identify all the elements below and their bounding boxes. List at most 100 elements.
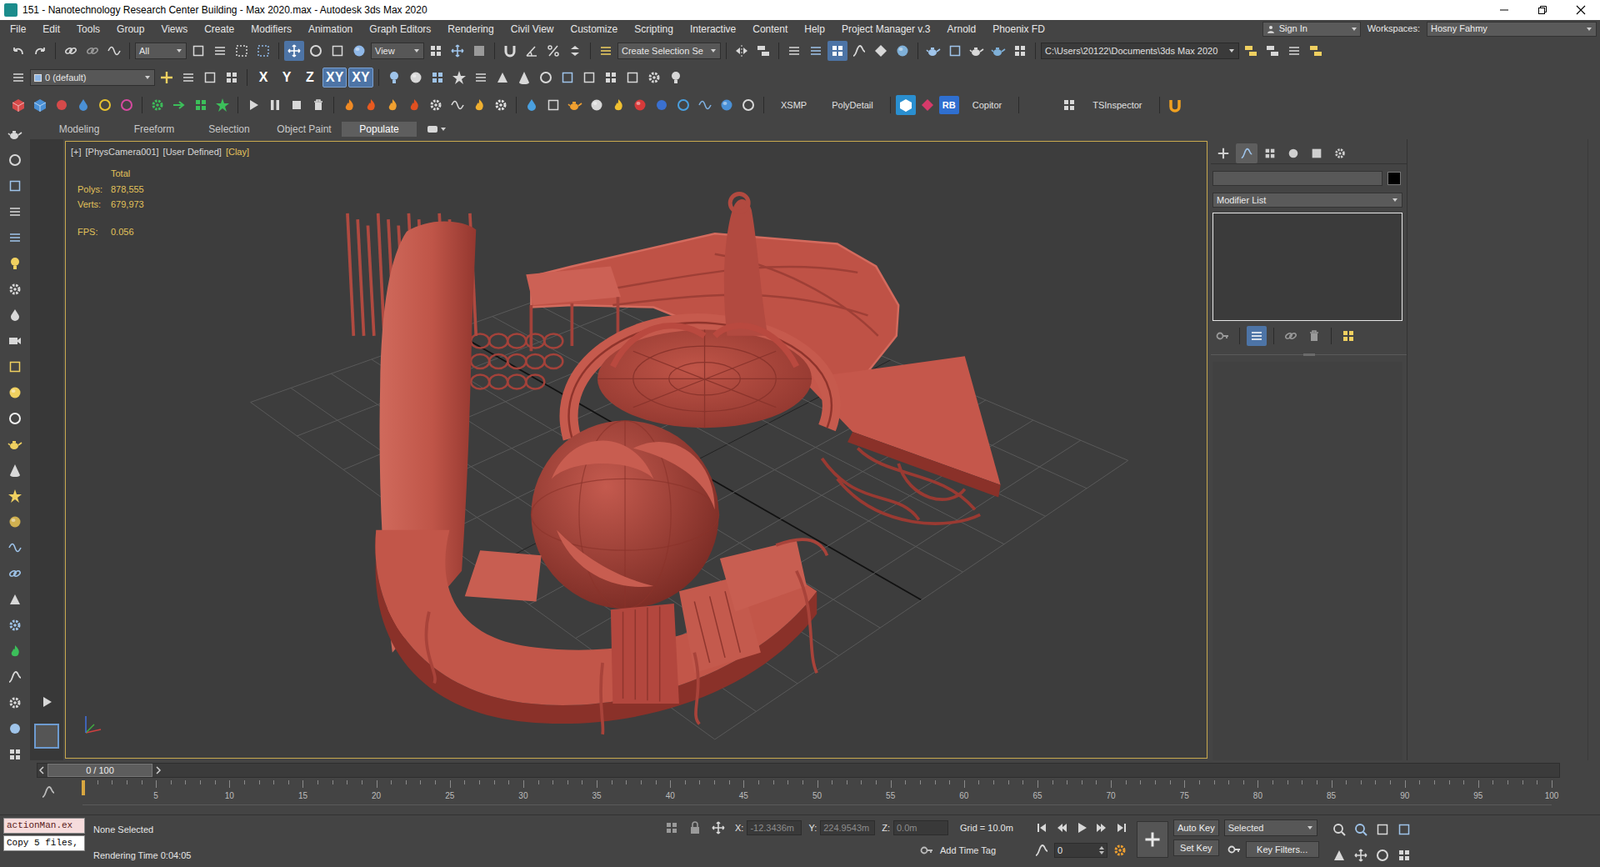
- viewport-label[interactable]: [Clay]: [225, 145, 250, 160]
- key-filters-button[interactable]: Key Filters...: [1245, 840, 1320, 858]
- select-and-link-icon[interactable]: [60, 40, 81, 61]
- help-icon[interactable]: [738, 95, 759, 115]
- ring-tool-icon[interactable]: [95, 95, 115, 115]
- set-keys-button[interactable]: [1136, 820, 1169, 858]
- unlink-selection-icon[interactable]: [82, 40, 103, 61]
- sphere-icon[interactable]: [5, 382, 25, 403]
- liquid-ocean-icon[interactable]: [716, 95, 737, 115]
- chevron-icon[interactable]: [1306, 824, 1314, 831]
- menu-item[interactable]: Arnold: [938, 21, 985, 37]
- hair-icon[interactable]: [5, 537, 25, 558]
- maxscript-listener[interactable]: actionMan.exCopy 5 files,: [0, 817, 87, 867]
- plugin-button[interactable]: XSMP: [769, 95, 819, 115]
- go-to-start-icon[interactable]: [1031, 817, 1052, 838]
- toggle-scene-explorer-icon[interactable]: [784, 40, 805, 61]
- menu-item[interactable]: Graph Editors: [360, 21, 440, 37]
- viewport-layout-icon[interactable]: [557, 67, 578, 88]
- use-pivot-point-center-icon[interactable]: [425, 40, 446, 61]
- project-folder-icon[interactable]: [1240, 40, 1261, 61]
- menu-item[interactable]: Group: [108, 21, 153, 37]
- viewport-label[interactable]: [User Defined]: [163, 145, 222, 160]
- show-end-result-icon[interactable]: [1246, 325, 1267, 346]
- link-icon[interactable]: [5, 563, 25, 584]
- torus-knot-icon[interactable]: [535, 67, 556, 88]
- torus-icon[interactable]: [5, 408, 25, 429]
- select-and-place-icon[interactable]: [349, 40, 370, 61]
- liquid-wave-icon[interactable]: [695, 95, 715, 115]
- spline-icon[interactable]: [5, 666, 25, 687]
- sign-in-button[interactable]: Sign In: [1262, 21, 1361, 37]
- workspace-dropdown[interactable]: Hosny Fahmy: [1426, 21, 1597, 37]
- make-unique-icon[interactable]: [1280, 325, 1301, 346]
- liquid-fire-icon[interactable]: [608, 95, 629, 115]
- selection-lock-icon[interactable]: [685, 817, 705, 838]
- angle-snap-toggle-icon[interactable]: [521, 40, 542, 61]
- menu-item[interactable]: Phoenix FD: [984, 21, 1054, 37]
- viewport-layout-thumbnail[interactable]: [34, 723, 60, 749]
- ribbon-options[interactable]: [426, 125, 447, 134]
- field-of-view-icon[interactable]: [1329, 845, 1350, 865]
- window-crossing-icon[interactable]: [253, 40, 274, 61]
- menu-item[interactable]: Rendering: [439, 21, 502, 37]
- sun-icon[interactable]: [5, 485, 25, 506]
- geosphere-icon[interactable]: [5, 511, 25, 532]
- select-objects-in-layer-icon[interactable]: [200, 67, 220, 88]
- liquid-teapot-icon[interactable]: [565, 95, 585, 115]
- panel-scrollbar[interactable]: [1587, 139, 1589, 760]
- zoom-extents-all-icon[interactable]: [1394, 819, 1415, 840]
- chevron-icon[interactable]: [1585, 25, 1593, 33]
- zoom-extents-icon[interactable]: [1372, 819, 1393, 840]
- select-and-rotate-icon[interactable]: [305, 40, 326, 61]
- axis-constraint-button[interactable]: XY: [348, 67, 373, 88]
- menu-item[interactable]: Animation: [300, 21, 361, 37]
- manage-layers-icon[interactable]: [8, 67, 29, 88]
- select-by-name-icon[interactable]: [210, 40, 230, 61]
- listener-line[interactable]: actionMan.ex: [3, 817, 85, 834]
- plugin-u-icon[interactable]: [1165, 95, 1185, 115]
- named-selection-dropdown[interactable]: Create Selection Se: [617, 42, 721, 60]
- viewport-label[interactable]: [+]: [70, 145, 82, 160]
- current-frame-field[interactable]: 0: [1054, 842, 1108, 858]
- rendered-frame-window-icon[interactable]: [945, 40, 965, 61]
- bind-to-space-warp-icon[interactable]: [104, 40, 125, 61]
- maximize-viewport-icon[interactable]: [1394, 845, 1415, 865]
- light-lister-icon[interactable]: [665, 67, 686, 88]
- cone-icon[interactable]: [5, 460, 25, 480]
- pin-stack-icon[interactable]: [1212, 325, 1233, 346]
- rollout-grip[interactable]: [1303, 353, 1315, 356]
- camera-icon[interactable]: [5, 330, 25, 351]
- default-in-out-tangents-icon[interactable]: [1224, 839, 1245, 860]
- liquid-red-icon[interactable]: [630, 95, 650, 115]
- add-to-active-layer-icon[interactable]: [178, 67, 199, 88]
- menu-item[interactable]: Project Manager v.3: [833, 21, 940, 37]
- selection-filter-dropdown[interactable]: All: [135, 42, 187, 60]
- display-tab-icon[interactable]: [1305, 143, 1328, 164]
- mirror-icon[interactable]: [731, 40, 752, 61]
- minimize-icon[interactable]: [1485, 0, 1524, 20]
- percent-snap-toggle-icon[interactable]: [543, 40, 564, 61]
- chevron-icon[interactable]: [440, 125, 447, 133]
- material-icon[interactable]: [5, 305, 25, 325]
- modifier-list-dropdown[interactable]: Modifier List: [1212, 192, 1403, 208]
- ribbon-tab[interactable]: Freeform: [116, 121, 192, 137]
- object-color-swatch[interactable]: [1387, 171, 1401, 185]
- key-selection-dropdown[interactable]: Selected: [1224, 819, 1318, 836]
- keyboard-shortcut-override-icon[interactable]: [469, 40, 490, 61]
- set-key-button[interactable]: Set Key: [1173, 839, 1220, 856]
- undo-icon[interactable]: [8, 40, 29, 61]
- modifier-icon[interactable]: [5, 692, 25, 713]
- toggle-layer-explorer-icon[interactable]: [805, 40, 826, 61]
- key-mode-toggle-icon[interactable]: [1031, 840, 1052, 860]
- chevron-icon[interactable]: [175, 47, 183, 55]
- ribbon-tab[interactable]: Selection: [191, 121, 267, 137]
- drop-tool-icon[interactable]: [73, 95, 94, 115]
- container-icon[interactable]: [600, 67, 621, 88]
- chevron-icon[interactable]: [1228, 47, 1235, 55]
- chevron-icon[interactable]: [144, 74, 151, 81]
- liquid-ring-icon[interactable]: [673, 95, 694, 115]
- render-frame-icon[interactable]: [5, 175, 25, 196]
- settings-icon[interactable]: [5, 279, 25, 300]
- schematic-view-icon[interactable]: [870, 40, 891, 61]
- menu-item[interactable]: Interactive: [681, 21, 745, 37]
- spacing-tool-icon[interactable]: [449, 67, 470, 88]
